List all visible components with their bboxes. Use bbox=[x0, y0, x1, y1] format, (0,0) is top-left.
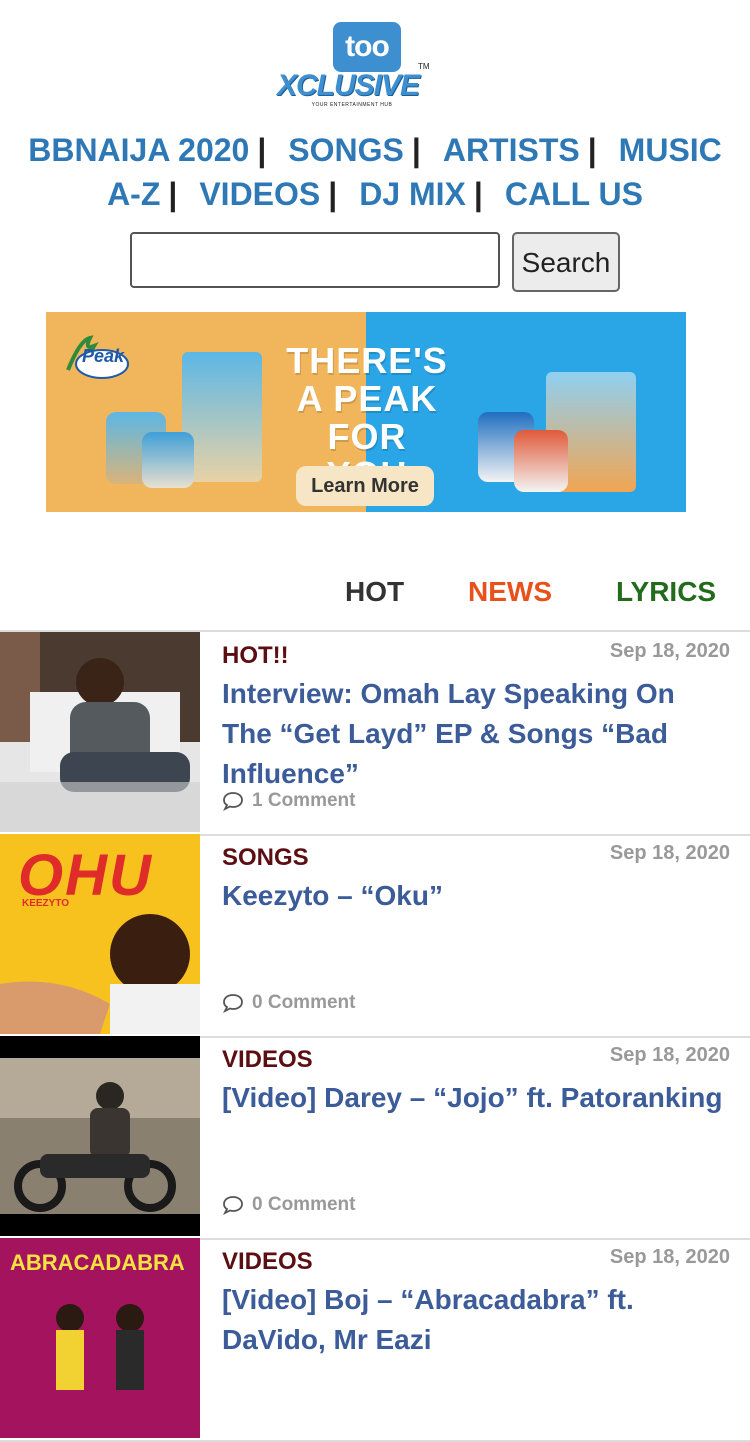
nav-separator: | bbox=[328, 176, 338, 212]
site-logo[interactable]: too XCLUSIVE TM YOUR ENTERTAINMENT HUB bbox=[272, 22, 430, 110]
post-item[interactable]: OHU KEEZYTO SONGS Sep 18, 2020 Keezyto –… bbox=[0, 834, 750, 1038]
post-item[interactable]: ABRACADABRA VIDEOS Sep 18, 2020 [Video] … bbox=[0, 1238, 750, 1442]
nav-call-us[interactable]: CALL US bbox=[505, 176, 643, 212]
nav-artists[interactable]: ARTISTS bbox=[443, 132, 580, 168]
nav-music-az[interactable]: MUSIC bbox=[619, 132, 722, 168]
comment-icon bbox=[222, 1196, 243, 1215]
post-thumbnail[interactable] bbox=[0, 632, 200, 832]
nav-separator: | bbox=[257, 132, 267, 168]
post-comments[interactable]: 0 Comment bbox=[222, 1194, 355, 1216]
comment-count: 1 Comment bbox=[252, 790, 356, 811]
nav-separator: | bbox=[411, 132, 421, 168]
post-title[interactable]: Interview: Omah Lay Speaking On The “Get… bbox=[222, 674, 732, 794]
post-category[interactable]: SONGS bbox=[222, 844, 309, 872]
post-item[interactable]: VIDEOS Sep 18, 2020 [Video] Darey – “Joj… bbox=[0, 1036, 750, 1240]
cover-title: ABRACADABRA bbox=[10, 1250, 185, 1275]
post-comments[interactable]: 0 Comment bbox=[222, 992, 355, 1014]
post-category[interactable]: HOT!! bbox=[222, 642, 289, 670]
nav-songs[interactable]: SONGS bbox=[288, 132, 404, 168]
post-title[interactable]: [Video] Darey – “Jojo” ft. Patoranking bbox=[222, 1078, 732, 1118]
post-comments[interactable]: 1 Comment bbox=[222, 790, 355, 812]
comment-icon bbox=[222, 994, 243, 1013]
post-date: Sep 18, 2020 bbox=[609, 842, 730, 864]
logo-too-badge: too bbox=[333, 22, 401, 72]
post-item[interactable]: HOT!! Sep 18, 2020 Interview: Omah Lay S… bbox=[0, 632, 750, 836]
tab-lyrics[interactable]: LYRICS bbox=[616, 576, 716, 608]
banner-brand-label: Peak bbox=[82, 346, 125, 366]
logo-wordmark: XCLUSIVE bbox=[276, 69, 420, 102]
comment-icon bbox=[222, 792, 243, 811]
nav-music-az-cont[interactable]: A-Z bbox=[107, 176, 160, 212]
logo-tagline: YOUR ENTERTAINMENT HUB bbox=[311, 102, 393, 108]
nav-line-1: BBNAIJA 2020 | SONGS | ARTISTS | MUSIC bbox=[0, 128, 750, 172]
nav-separator: | bbox=[587, 132, 597, 168]
post-thumbnail[interactable] bbox=[0, 1036, 200, 1236]
post-title[interactable]: [Video] Boj – “Abracadabra” ft. DaVido, … bbox=[222, 1280, 732, 1360]
comment-count: 0 Comment bbox=[252, 992, 356, 1013]
banner-headline-line: THERE'S bbox=[286, 340, 448, 381]
product-tin-icon bbox=[514, 430, 568, 492]
nav-line-2: A-Z | VIDEOS | DJ MIX | CALL US bbox=[0, 172, 750, 216]
logo-trademark: TM bbox=[418, 62, 430, 71]
main-nav: BBNAIJA 2020 | SONGS | ARTISTS | MUSIC A-Z | VID… bbox=[0, 128, 750, 216]
post-thumbnail[interactable]: OHU KEEZYTO bbox=[0, 834, 200, 1034]
category-tabs: HOT NEWS LYRICS bbox=[0, 572, 750, 616]
tab-news[interactable]: NEWS bbox=[468, 576, 552, 608]
nav-videos[interactable]: VIDEOS bbox=[199, 176, 320, 212]
product-tin-icon bbox=[142, 432, 194, 488]
cover-artist: KEEZYTO bbox=[22, 898, 70, 909]
omah-lay-photo-icon bbox=[0, 632, 200, 832]
search-input[interactable] bbox=[130, 232, 500, 288]
banner-headline-line: A PEAK bbox=[296, 378, 438, 419]
tab-hot[interactable]: HOT bbox=[345, 576, 404, 608]
product-pack-icon bbox=[182, 352, 262, 482]
post-category[interactable]: VIDEOS bbox=[222, 1248, 313, 1276]
nav-separator: | bbox=[473, 176, 483, 212]
post-date: Sep 18, 2020 bbox=[609, 640, 730, 662]
post-thumbnail[interactable]: ABRACADABRA bbox=[0, 1238, 200, 1438]
darey-video-still-icon bbox=[0, 1036, 200, 1236]
nav-dj-mix[interactable]: DJ MIX bbox=[359, 176, 466, 212]
learn-more-button[interactable]: Learn More bbox=[296, 466, 434, 506]
post-category[interactable]: VIDEOS bbox=[222, 1046, 313, 1074]
post-title[interactable]: Keezyto – “Oku” bbox=[222, 876, 732, 916]
peak-banner-ad[interactable]: Peak THERE'S A PEAK FOR YOU Learn More bbox=[46, 312, 686, 512]
post-date: Sep 18, 2020 bbox=[609, 1246, 730, 1268]
nav-separator: | bbox=[168, 176, 178, 212]
comment-count: 0 Comment bbox=[252, 1194, 356, 1215]
post-date: Sep 18, 2020 bbox=[609, 1044, 730, 1066]
search-button[interactable]: Search bbox=[512, 232, 620, 292]
nav-bbnaija-2020[interactable]: BBNAIJA 2020 bbox=[28, 132, 249, 168]
